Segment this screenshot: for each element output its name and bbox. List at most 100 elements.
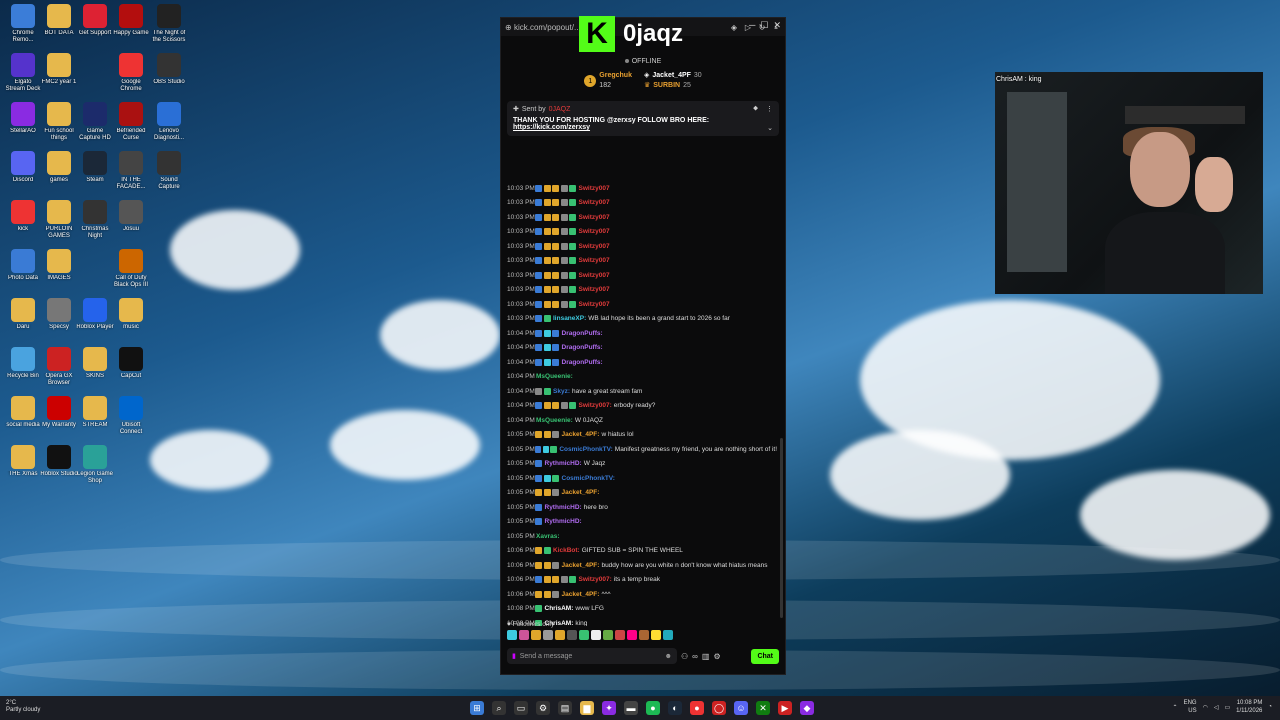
desktop-icon[interactable]: Call of Duty Black Ops III: [112, 249, 150, 289]
message-username[interactable]: DragonPuffs:: [562, 359, 603, 366]
chat-message[interactable]: 10:06 PM KickBot: GIFTED SUB = SPIN THE WH…: [507, 544, 777, 559]
message-username[interactable]: KickBot:: [553, 547, 580, 554]
desktop-icon[interactable]: kick: [4, 200, 42, 240]
desktop-icon[interactable]: Opera GX Browser: [40, 347, 78, 387]
shield-icon[interactable]: ◈: [729, 23, 739, 32]
desktop-icon[interactable]: PURLOIN GAMES: [40, 200, 78, 240]
infinity-icon[interactable]: ∞: [692, 652, 698, 661]
send-chat-button[interactable]: Chat: [751, 648, 779, 664]
message-username[interactable]: RythmicHD:: [545, 504, 582, 511]
desktop-icon[interactable]: Get Support: [76, 4, 114, 44]
pinned-link[interactable]: https://kick.com/zerxsy: [513, 124, 590, 132]
desktop-icon[interactable]: music: [112, 298, 150, 338]
chat-message[interactable]: 10:04 PM MsQueenie:: [507, 370, 777, 385]
message-username[interactable]: Skyz:: [553, 388, 570, 395]
start-icon[interactable]: ⊞: [470, 701, 484, 715]
message-username[interactable]: Xavras:: [536, 533, 560, 540]
desktop-icon[interactable]: Legion Game Shop: [76, 445, 114, 485]
chevron-down-icon[interactable]: ⌄: [767, 124, 773, 132]
desktop-icon[interactable]: STREAM: [76, 396, 114, 436]
message-username[interactable]: CosmicPhonkTV:: [562, 475, 615, 482]
desktop-icon[interactable]: Josuu: [112, 200, 150, 240]
leaderboard-entry[interactable]: ◈ Jacket_4PF 30: [644, 71, 702, 81]
desktop-icon[interactable]: Google Chrome: [112, 53, 150, 93]
emote-icon[interactable]: [591, 630, 601, 640]
message-username[interactable]: Switzy007: [579, 243, 610, 250]
chat-message[interactable]: 10:04 PM Switzy007: erbody ready?: [507, 399, 777, 414]
notification-icon[interactable]: ◔: [1268, 704, 1272, 710]
chat-message[interactable]: 10:03 PM Switzy007: [507, 181, 777, 196]
more-options-icon[interactable]: ⋮: [766, 105, 773, 113]
chevron-up-icon[interactable]: ⌃: [1173, 704, 1178, 711]
desktop-icon[interactable]: Steam: [76, 151, 114, 191]
message-username[interactable]: Switzy007: [579, 199, 610, 206]
desktop-icon[interactable]: Befriended Curse: [112, 102, 150, 142]
unpin-icon[interactable]: ⬥: [753, 105, 758, 113]
chat-message[interactable]: 10:04 PM Skyz: have a great stream fam: [507, 384, 777, 399]
chat-message[interactable]: 10:03 PM Switzy007: [507, 239, 777, 254]
chat-message[interactable]: 10:05 PM RythmicHD: here bro: [507, 500, 777, 515]
message-username[interactable]: Switzy007: [579, 228, 610, 235]
desktop-icon[interactable]: Sound Capture: [150, 151, 188, 191]
desktop-icon[interactable]: Ubisoft Connect: [112, 396, 150, 436]
emoji-icon[interactable]: ☻: [665, 653, 672, 660]
emote-icon[interactable]: [615, 630, 625, 640]
message-username[interactable]: linsaneXP:: [553, 315, 586, 322]
desktop-icon[interactable]: Game Capture HD: [76, 102, 114, 142]
desktop-icon[interactable]: Recycle Bin: [4, 347, 42, 387]
weather-widget[interactable]: 2°C Partly cloudy: [6, 700, 40, 714]
message-username[interactable]: Jacket_4PF:: [562, 489, 600, 496]
url-text[interactable]: kick.com/popout/...: [514, 23, 581, 32]
emote-icon[interactable]: [543, 630, 553, 640]
desktop-icon[interactable]: Christmas Night: [76, 200, 114, 240]
chat-message[interactable]: 10:05 PM Jacket_4PF: w hiatus lol: [507, 428, 777, 443]
settings-icon[interactable]: ⚙: [713, 652, 720, 661]
desktop-icon[interactable]: Lenovo Diagnosti...: [150, 102, 188, 142]
users-icon[interactable]: ⚇: [681, 652, 688, 661]
chat-message[interactable]: 10:03 PM Switzy007: [507, 225, 777, 240]
volume-icon[interactable]: ◁: [1214, 704, 1219, 711]
leaderboard-entry[interactable]: ♛ SURBIN 25: [644, 81, 702, 91]
message-username[interactable]: CosmicPhonkTV:: [559, 446, 612, 453]
emote-icon[interactable]: [555, 630, 565, 640]
message-username[interactable]: Switzy007:: [579, 576, 612, 583]
message-username[interactable]: MsQueenie:: [536, 373, 573, 380]
clock[interactable]: 10:08 PM 1/11/2026: [1236, 699, 1262, 715]
desktop-icon[interactable]: Roblox Player: [76, 298, 114, 338]
desktop-icon[interactable]: Happy Game: [112, 4, 150, 44]
maximize-icon[interactable]: ☐: [760, 20, 768, 30]
message-username[interactable]: ChrisAM:: [545, 605, 574, 612]
chat-message[interactable]: 10:03 PM linsaneXP: WB lad hope its been a…: [507, 312, 777, 327]
message-username[interactable]: Jacket_4PF:: [562, 431, 600, 438]
media-icon[interactable]: ▶: [778, 701, 792, 715]
battery-icon[interactable]: ▭: [1224, 704, 1230, 711]
emote-icon[interactable]: [567, 630, 577, 640]
desktop-icon[interactable]: OBS Studio: [150, 53, 188, 93]
desktop-icon[interactable]: THE Xmas: [4, 445, 42, 485]
desktop-icon[interactable]: The Night of the Scissors: [150, 4, 188, 44]
chat-message[interactable]: 10:03 PM Switzy007: [507, 283, 777, 298]
desktop-icon[interactable]: IMAGES: [40, 249, 78, 289]
emote-icon[interactable]: [519, 630, 529, 640]
chrome-icon[interactable]: ●: [690, 701, 704, 715]
desktop-icon[interactable]: FMC2 year 1: [40, 53, 78, 93]
xbox-icon[interactable]: ✕: [756, 701, 770, 715]
emote-icon[interactable]: [507, 630, 517, 640]
chat-message[interactable]: 10:06 PM Switzy007: its a temp break: [507, 573, 777, 588]
chat-message[interactable]: 10:04 PM MsQueenie: W 0JAQZ: [507, 413, 777, 428]
emote-icon[interactable]: [663, 630, 673, 640]
gift-box-icon[interactable]: ▥: [702, 652, 710, 661]
chat-message[interactable]: 10:06 PM Jacket_4PF: buddy how are you whi…: [507, 558, 777, 573]
message-username[interactable]: Jacket_4PF:: [562, 591, 600, 598]
desktop-icon[interactable]: StellarAO: [4, 102, 42, 142]
emote-icon[interactable]: [627, 630, 637, 640]
spotify-icon[interactable]: ●: [646, 701, 660, 715]
minimize-icon[interactable]: ─: [749, 20, 755, 30]
chat-message[interactable]: 10:04 PM DragonPuffs:: [507, 341, 777, 356]
leaderboard-entry[interactable]: 1 Gregchuk 182: [584, 71, 632, 91]
settings-icon[interactable]: ⚙: [536, 701, 550, 715]
desktop-icon[interactable]: Photo Data: [4, 249, 42, 289]
desktop-icon[interactable]: IN THE FACADE...: [112, 151, 150, 191]
message-username[interactable]: MsQueenie:: [536, 417, 573, 424]
emote-icon[interactable]: [531, 630, 541, 640]
